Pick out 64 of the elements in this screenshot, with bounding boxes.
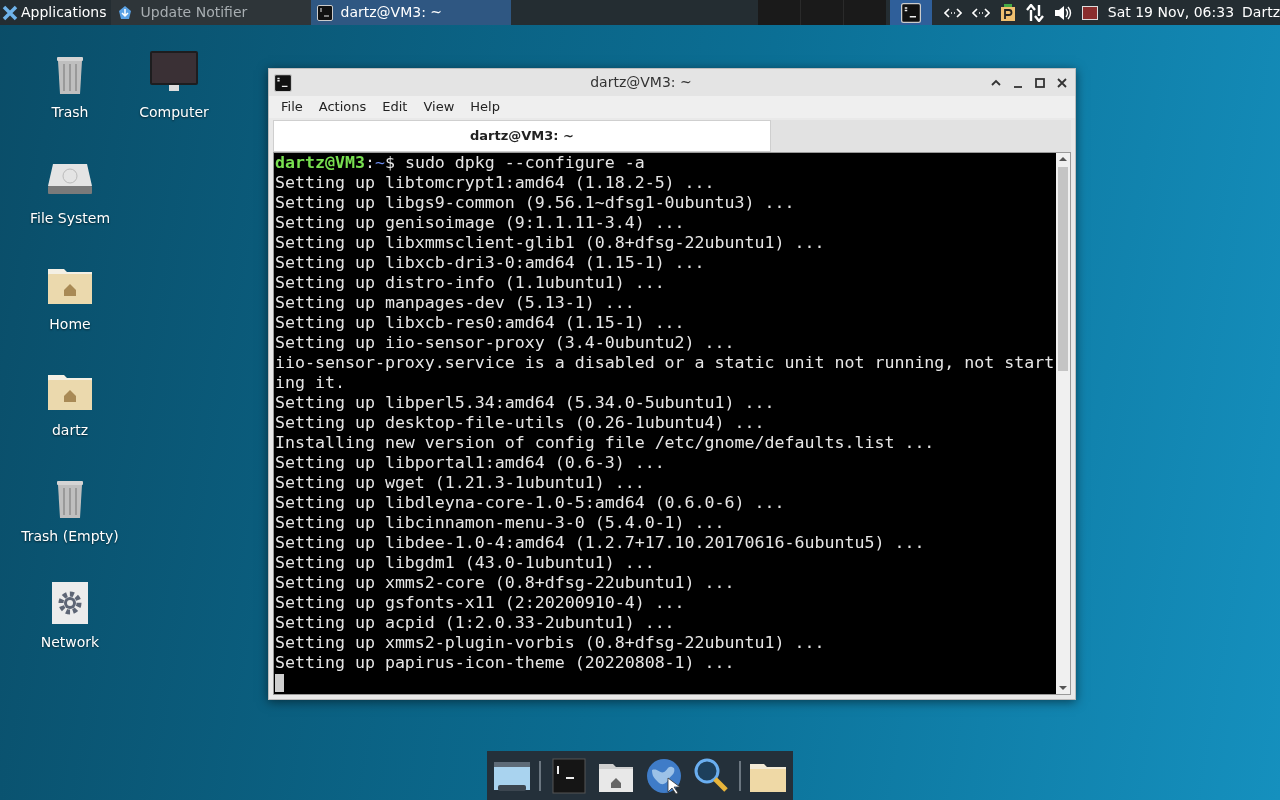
up-down-arrows-icon[interactable] xyxy=(1025,3,1044,22)
output-line: Setting up xmms2-core (0.8+dfsg-22ubuntu1) ... xyxy=(275,573,735,593)
output-line: Setting up libxcb-dri3-0:amd64 (1.15-1) ... xyxy=(275,253,705,273)
output-line: Setting up libgs9-common (9.56.1~dfsg1-0ubuntu3) ... xyxy=(275,193,795,213)
output-line: Setting up gsfonts-x11 (2:20200910-4) ... xyxy=(275,593,685,613)
output-line: Setting up manpages-dev (5.13-1) ... xyxy=(275,293,635,313)
menu-item[interactable]: View xyxy=(417,97,461,117)
network-icon[interactable] xyxy=(943,6,962,19)
user-name[interactable]: Dartz xyxy=(1242,2,1280,23)
output-line: Setting up libperl5.34:amd64 (5.34.0-5ubuntu1) ... xyxy=(275,393,775,413)
window-terminal-icon xyxy=(274,73,292,92)
output-line: Setting up xmms2-plugin-vorbis (0.8+dfsg-22ubuntu1) ... xyxy=(275,633,825,653)
output-line: Setting up libcinnamon-menu-3-0 (5.4.0-1) ... xyxy=(275,513,725,533)
window-title: dartz@VM3: ~ xyxy=(589,73,693,92)
desktop-icon[interactable]: Trash xyxy=(20,48,120,123)
screen-icon[interactable] xyxy=(1081,5,1098,20)
tab[interactable]: dartz@VM3: ~ xyxy=(273,120,771,152)
output-line: Setting up libgdm1 (43.0-1ubuntu1) ... xyxy=(275,553,655,573)
desktop-icon[interactable]: Trash (Empty) xyxy=(20,472,120,547)
output-line: Setting up papirus-icon-theme (20220808-1) ... xyxy=(275,653,735,673)
clock[interactable]: Sat 19 Nov, 06:33 xyxy=(1107,2,1235,23)
menu-item[interactable]: Edit xyxy=(376,97,414,117)
output-line: Setting up acpid (1:2.0.33-2ubuntu1) ... xyxy=(275,613,675,633)
xfce-logo-icon xyxy=(2,4,18,21)
parking-icon[interactable] xyxy=(999,3,1016,22)
output-line: Setting up wget (1.21.3-1ubuntu1) ... xyxy=(275,473,645,493)
menu-item[interactable]: Help xyxy=(464,97,506,117)
menu-item[interactable]: Actions xyxy=(312,97,373,117)
output-line: iio-sensor-proxy.service is a disabled or a static unit not running, not start xyxy=(275,353,1055,373)
volume-icon[interactable] xyxy=(1053,4,1072,21)
output-line: Setting up libportal1:amd64 (0.6-3) ... xyxy=(275,453,665,473)
taskbar-button[interactable]: dartz@VM3: ~ xyxy=(310,0,511,25)
close-icon[interactable] xyxy=(1056,76,1068,89)
output-line: Setting up libxcb-res0:amd64 (1.15-1) ... xyxy=(275,313,685,333)
terminal-icon xyxy=(316,4,333,21)
desktop-icon[interactable]: Home xyxy=(20,260,120,335)
terminal-output[interactable] xyxy=(274,153,1056,694)
output-line: ing it. xyxy=(275,373,345,393)
menu-item[interactable]: File xyxy=(275,97,309,117)
output-line: Setting up libxmmsclient-glib1 (0.8+dfsg-22ubuntu1) ... xyxy=(275,233,825,253)
output-line: Setting up libdee-1.0-4:amd64 (1.2.7+17.10.20170616-6ubuntu5) ... xyxy=(275,533,925,553)
maximize-icon[interactable] xyxy=(1034,76,1046,89)
output-line: Installing new version of config file /etc/gnome/defaults.list ... xyxy=(275,433,935,453)
desktop-icon[interactable]: File System xyxy=(20,154,120,229)
update-icon xyxy=(116,4,133,21)
output-line: Setting up libtomcrypt1:amd64 (1.18.2-5) ... xyxy=(275,173,715,193)
desktop-icon[interactable]: Network xyxy=(20,578,120,653)
terminal-icon xyxy=(900,2,921,23)
taskbar-button[interactable]: Update Notifier xyxy=(110,0,311,25)
output-line: Setting up libdleyna-core-1.0-5:amd64 (0.6.0-6) ... xyxy=(275,493,785,513)
network-icon[interactable] xyxy=(971,6,990,19)
output-line: Setting up distro-info (1.1ubuntu1) ... xyxy=(275,273,665,293)
output-line: Setting up desktop-file-utils (0.26-1ubuntu4) ... xyxy=(275,413,765,433)
prompt-line: dartz@VM3:~$ sudo dpkg --configure -a xyxy=(275,153,645,173)
scrollbar[interactable] xyxy=(1056,153,1070,694)
scroll-thumb[interactable] xyxy=(1058,167,1068,371)
applications-menu[interactable]: Applications xyxy=(0,0,111,25)
workspace-switcher[interactable] xyxy=(757,0,886,25)
output-line: Setting up iio-sensor-proxy (3.4-0ubuntu2) ... xyxy=(275,333,735,353)
desktop-icon[interactable]: Computer xyxy=(124,48,224,123)
terminal-tray-button[interactable] xyxy=(889,0,932,25)
desktop-icon[interactable]: dartz xyxy=(20,366,120,441)
cursor xyxy=(275,674,284,692)
output-line: Setting up genisoimage (9:1.1.11-3.4) ... xyxy=(275,213,685,233)
